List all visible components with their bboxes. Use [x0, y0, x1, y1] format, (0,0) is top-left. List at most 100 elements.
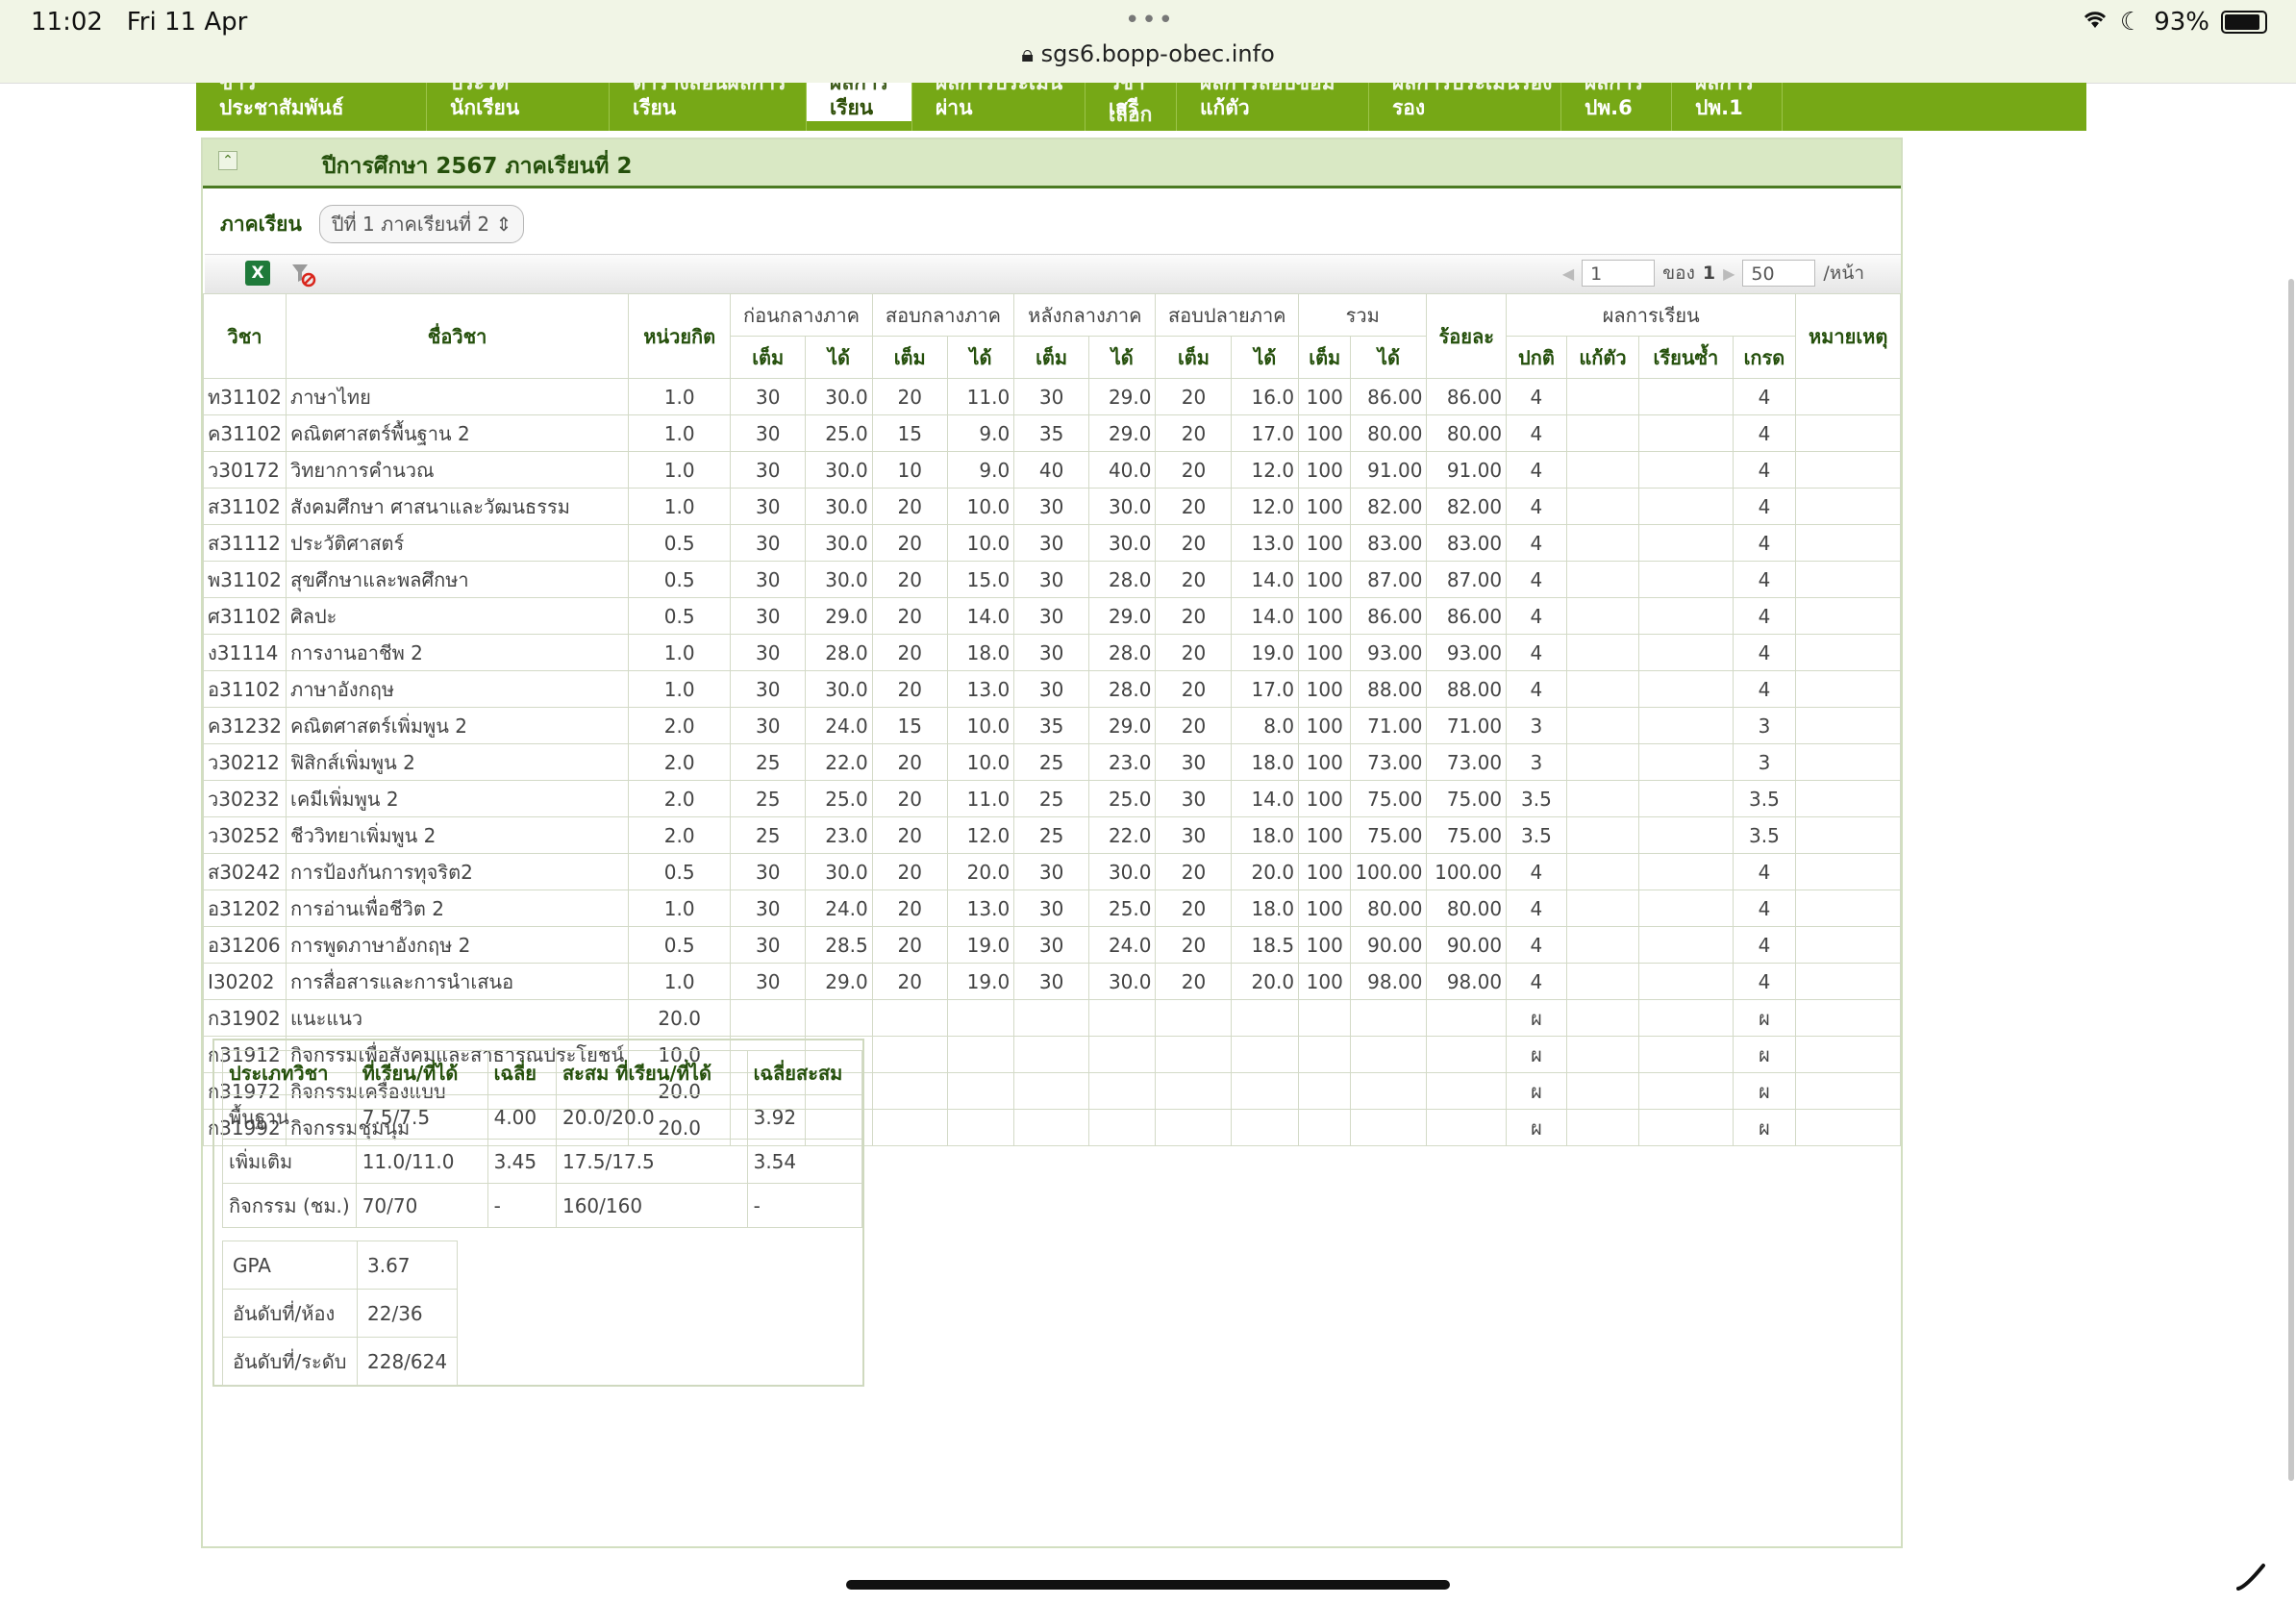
- moon-icon: ☾: [2119, 8, 2143, 37]
- table-row: ค31102 คณิตศาสตร์พื้นฐาน 2 1.0 30 25.0 15 9.0 3…: [202, 414, 1901, 452]
- collapse-icon[interactable]: ⌃: [218, 151, 237, 170]
- summary-row: เพิ่มเติม 11.0/11.0 3.45 17.5/17.5 3.54: [222, 1139, 863, 1184]
- nav-item-label: ปพ.1: [1695, 96, 1743, 119]
- cell-percent: [1426, 1036, 1508, 1073]
- cell-after-got: [1088, 999, 1157, 1037]
- col-full[interactable]: เต็ม: [1155, 336, 1233, 379]
- col-full[interactable]: เต็ม: [1013, 336, 1090, 379]
- date-text: Fri 11 Apr: [126, 8, 248, 37]
- cell-percent: 98.00: [1426, 963, 1508, 1000]
- cell-total-full: [1298, 1072, 1352, 1110]
- grades-body: ท31102 ภาษาไทย 1.0 30 30.0 20 11.0 30 29.0 20 16.0…: [202, 378, 1901, 1146]
- cell-credit: 2.0: [628, 707, 732, 744]
- col-got[interactable]: ได้: [1350, 336, 1428, 379]
- col-credit[interactable]: หน่วยกิต: [628, 293, 732, 379]
- table-row: ส30242 การป้องกันการทุจริต2 0.5 30 30.0 20 20.…: [202, 853, 1901, 890]
- cell-mid-full: 20: [871, 634, 948, 671]
- term-select[interactable]: ปีที่ 1 ภาคเรียนที่ 2 ⇕: [318, 205, 525, 243]
- more-dots-icon[interactable]: •••: [1125, 6, 1175, 35]
- summary-col-header: สะสม ที่เรียน/ที่ได้: [555, 1050, 748, 1095]
- home-indicator[interactable]: [846, 1580, 1450, 1590]
- cell-repeat: [1638, 561, 1734, 598]
- nav-item-1[interactable]: ข่าว ประชาสัมพันธ์: [196, 83, 427, 131]
- col-full[interactable]: เต็ม: [730, 336, 807, 379]
- cell-grade: 3.5: [1732, 816, 1797, 854]
- nav-item-6[interactable]: วิชาเลือก เสรี: [1086, 83, 1177, 131]
- cell-normal: 4: [1506, 963, 1567, 1000]
- url-bar[interactable]: 🔒︎ sgs6.bopp-obec.info: [0, 40, 2296, 67]
- lock-icon: 🔒︎: [1021, 40, 1034, 67]
- excel-export-icon[interactable]: X: [245, 261, 270, 286]
- nav-item-7[interactable]: ผลการสอบซ่อม แก้ตัว: [1177, 83, 1369, 131]
- col-full[interactable]: เต็ม: [1298, 336, 1352, 379]
- nav-item-9[interactable]: ผลการ ปพ.6: [1561, 83, 1672, 131]
- cell-grade: 4: [1732, 414, 1797, 452]
- cell-total-got: 100.00: [1350, 853, 1428, 890]
- gpa-label: GPA: [222, 1241, 358, 1290]
- cell-total-got: 90.00: [1350, 926, 1428, 964]
- nav-item-5[interactable]: ผลการประเมิน ผ่าน: [912, 83, 1086, 131]
- col-code[interactable]: วิชา: [202, 293, 287, 379]
- cell-grade: 4: [1732, 926, 1797, 964]
- summary-table: ประเภทวิชา ที่เรียน/ที่ได้ เฉลี่ย สะสม ที่เ…: [222, 1050, 863, 1228]
- table-row: พ31102 สุขศึกษาและพลศึกษา 0.5 30 30.0 20 15.0 3…: [202, 561, 1901, 598]
- cell-remark: [1795, 1036, 1901, 1073]
- cell-percent: 80.00: [1426, 414, 1508, 452]
- nav-item-2[interactable]: ประวัติ นักเรียน: [427, 83, 610, 131]
- per-page-input[interactable]: 50: [1742, 260, 1816, 287]
- summary-body: พื้นฐาน 7.5/7.5 4.00 20.0/20.0 3.92 เพิ่มเติม…: [222, 1094, 863, 1228]
- pencil-icon[interactable]: [2234, 1558, 2269, 1601]
- col-repeat[interactable]: เรียนซ้ำ: [1638, 336, 1734, 379]
- col-got[interactable]: ได้: [805, 336, 873, 379]
- cell-after-full: 30: [1013, 926, 1090, 964]
- nav-item-4[interactable]: ผลการ เรียน: [807, 83, 912, 131]
- clear-filter-icon[interactable]: [289, 261, 316, 288]
- col-retake[interactable]: แก้ตัว: [1565, 336, 1640, 379]
- col-got[interactable]: ได้: [1231, 336, 1300, 379]
- page-input[interactable]: 1: [1582, 260, 1656, 287]
- cell-total-got: [1350, 999, 1428, 1037]
- cell-after-full: 40: [1013, 451, 1090, 489]
- nav-item-3[interactable]: ตารางสอนผลการ เรียน: [610, 83, 807, 131]
- nav-item-label: นักเรียน: [450, 96, 520, 119]
- col-percent[interactable]: ร้อยละ: [1426, 293, 1508, 379]
- cell-repeat: [1638, 1072, 1734, 1110]
- cell-total-full: 100: [1298, 743, 1352, 781]
- col-got[interactable]: ได้: [946, 336, 1015, 379]
- cell-final-got: 12.0: [1231, 488, 1300, 525]
- cell-final-full: 20: [1155, 707, 1233, 744]
- cell-normal: 3: [1506, 743, 1567, 781]
- cell-total-got: 88.00: [1350, 670, 1428, 708]
- cell-percent: 82.00: [1426, 488, 1508, 525]
- cell-repeat: [1638, 597, 1734, 635]
- cell-mid-got: 20.0: [946, 853, 1015, 890]
- status-bar: 11:02 Fri 11 Apr ••• 🔒︎ sgs6.bopp-obec.i…: [0, 0, 2296, 84]
- col-grade[interactable]: เกรด: [1732, 336, 1797, 379]
- cell-final-got: 18.0: [1231, 890, 1300, 927]
- cell-total-got: 75.00: [1350, 780, 1428, 817]
- cell-repeat: [1638, 378, 1734, 415]
- col-full[interactable]: เต็ม: [871, 336, 948, 379]
- col-remark[interactable]: หมายเหตุ: [1795, 293, 1901, 379]
- col-normal[interactable]: ปกติ: [1506, 336, 1567, 379]
- col-name[interactable]: ชื่อวิชา: [286, 293, 630, 379]
- nav-item-8[interactable]: ผลการประเมินรอง รอง: [1369, 83, 1561, 131]
- gpa-body: GPA 3.67 อันดับที่/ห้อง 22/36 อันดับที่/ระดั…: [222, 1241, 459, 1386]
- cell-credit: 2.0: [628, 743, 732, 781]
- cell-before-got: 30.0: [805, 451, 873, 489]
- col-got[interactable]: ได้: [1088, 336, 1157, 379]
- cell-final-got: 8.0: [1231, 707, 1300, 744]
- prev-page-icon[interactable]: ◀: [1562, 264, 1574, 283]
- cell-remark: [1795, 634, 1901, 671]
- cell-after-full: 30: [1013, 488, 1090, 525]
- cell-remark: [1795, 926, 1901, 964]
- cell-normal: 4: [1506, 670, 1567, 708]
- cell-mid-got: 19.0: [946, 963, 1015, 1000]
- cell-after-got: 25.0: [1088, 780, 1157, 817]
- cell-grade: 4: [1732, 963, 1797, 1000]
- cell-percent: [1426, 1109, 1508, 1146]
- cell-grade: ผ: [1732, 1109, 1797, 1146]
- page-scrollbar[interactable]: [2288, 279, 2294, 1481]
- nav-item-10[interactable]: ผลการ ปพ.1: [1672, 83, 1783, 131]
- next-page-icon[interactable]: ▶: [1723, 264, 1734, 283]
